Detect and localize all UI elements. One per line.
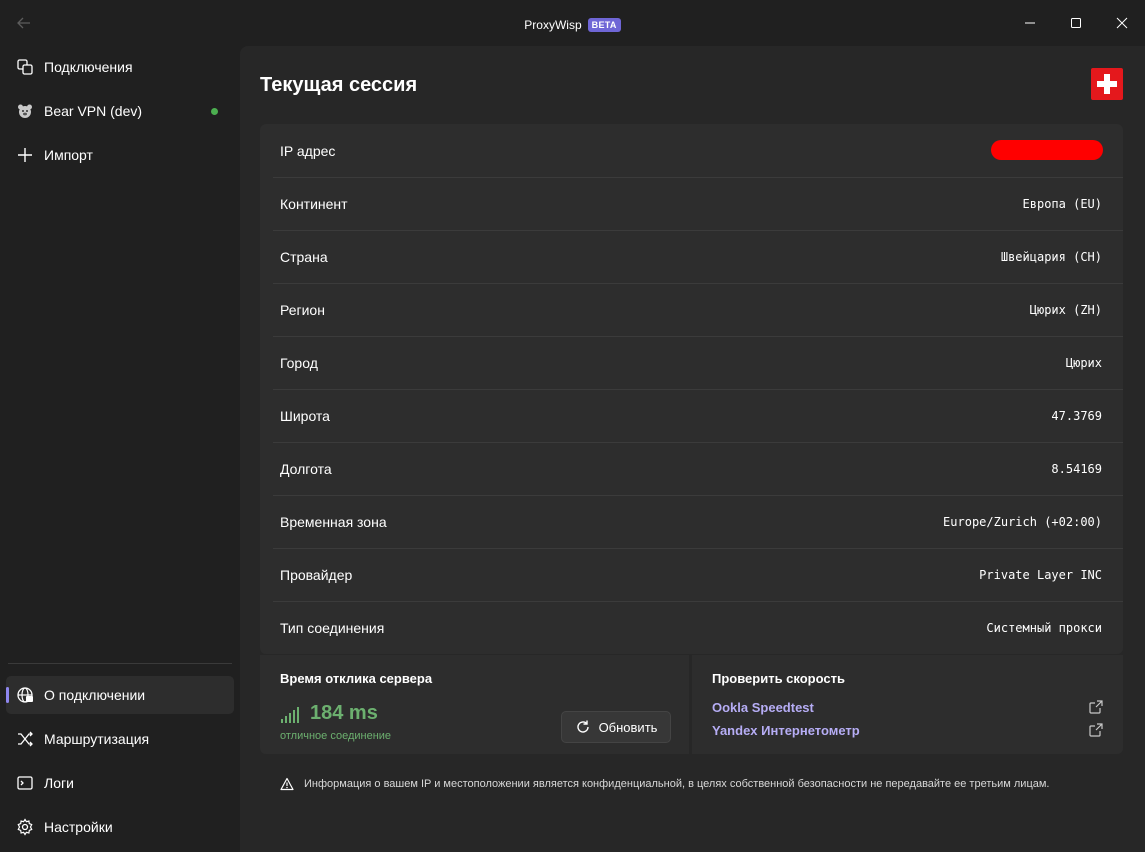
app-name: ProxyWisp	[524, 18, 582, 32]
session-value: Цюрих (ZH)	[1029, 302, 1102, 317]
beta-badge: BETA	[587, 18, 621, 32]
refresh-label: Обновить	[598, 719, 658, 735]
session-row-country: Страна Швейцария (CH)	[260, 230, 1123, 283]
sidebar-item-label: Настройки	[44, 819, 113, 835]
refresh-icon	[576, 720, 589, 733]
external-link-icon[interactable]	[1089, 700, 1103, 714]
session-row-timezone: Временная зона Europe/Zurich (+02:00)	[260, 495, 1123, 548]
session-key: Тип соединения	[280, 619, 385, 636]
session-key: Город	[280, 354, 318, 371]
session-row-city: Город Цюрих	[260, 336, 1123, 389]
sidebar-item-label: Логи	[44, 775, 74, 791]
sidebar-item-about-connection[interactable]: О подключении	[6, 676, 234, 714]
status-dot	[211, 108, 218, 115]
connections-icon	[6, 58, 44, 76]
session-info-card: IP адрес Континент Европа (EU) Страна Шв…	[260, 124, 1123, 654]
warning-icon	[280, 777, 294, 791]
session-value: Европа (EU)	[1022, 196, 1102, 211]
plus-icon	[6, 146, 44, 164]
maximize-button[interactable]	[1053, 0, 1099, 46]
ip-redaction-mark	[991, 140, 1103, 160]
sidebar-item-label: Импорт	[44, 147, 93, 163]
gear-icon	[6, 818, 44, 836]
sidebar-item-label: О подключении	[44, 687, 146, 703]
ping-title: Время отклика сервера	[280, 671, 433, 686]
page-title: Текущая сессия	[260, 74, 418, 96]
session-value: Цюрих	[1065, 355, 1102, 370]
ping-card: Время отклика сервера 184 ms отличное со…	[260, 655, 689, 754]
ping-value-group: 184 ms	[280, 702, 378, 724]
minimize-icon	[1025, 22, 1035, 24]
yandex-internetometer-link[interactable]: Yandex Интернетометр	[712, 723, 860, 738]
session-row-ip: IP адрес	[260, 124, 1123, 177]
ping-quality: отличное соединение	[280, 730, 392, 742]
sidebar-divider	[8, 663, 232, 664]
session-value: 8.54169	[1051, 461, 1102, 476]
sidebar-item-label: Маршрутизация	[44, 731, 150, 747]
external-link-icon[interactable]	[1089, 723, 1103, 737]
sidebar-item-connections[interactable]: Подключения	[6, 48, 234, 86]
session-key: Широта	[280, 407, 330, 424]
session-row-connection-type: Тип соединения Системный прокси	[260, 601, 1123, 654]
session-value: Europe/Zurich (+02:00)	[943, 514, 1102, 529]
bear-icon	[6, 102, 44, 120]
session-row-continent: Континент Европа (EU)	[260, 177, 1123, 230]
session-value: Private Layer INC	[979, 567, 1102, 582]
sidebar-item-label: Bear VPN (dev)	[44, 103, 143, 119]
window-title: ProxyWisp BETA	[0, 18, 1145, 32]
session-key: Временная зона	[280, 513, 387, 530]
swiss-flag-icon	[1091, 68, 1123, 100]
sidebar: Подключения Bear VPN (dev) Импорт О подк…	[0, 46, 240, 852]
sidebar-item-label: Подключения	[44, 59, 133, 75]
session-key: Провайдер	[280, 566, 353, 583]
main-content: Текущая сессия IP адрес Континент Европа…	[240, 46, 1145, 852]
refresh-button[interactable]: Обновить	[561, 711, 671, 743]
sidebar-item-logs[interactable]: Логи	[6, 764, 234, 802]
session-key: IP адрес	[280, 142, 336, 159]
sidebar-item-bear-vpn[interactable]: Bear VPN (dev)	[6, 92, 234, 130]
sidebar-item-import[interactable]: Импорт	[6, 136, 234, 174]
session-value: Швейцария (CH)	[1000, 249, 1102, 264]
shuffle-icon	[6, 730, 44, 748]
speed-test-card: Проверить скорость Ookla Speedtest Yande…	[692, 655, 1123, 754]
privacy-notice: Информация о вашем IP и местоположении я…	[280, 776, 1080, 792]
session-row-region: Регион Цюрих (ZH)	[260, 283, 1123, 336]
session-row-latitude: Широта 47.3769	[260, 389, 1123, 442]
sidebar-item-settings[interactable]: Настройки	[6, 808, 234, 846]
session-key: Долгота	[280, 460, 332, 477]
globe-icon	[6, 686, 44, 704]
log-icon	[6, 774, 44, 792]
speed-title: Проверить скорость	[712, 671, 845, 686]
close-button[interactable]	[1099, 0, 1145, 46]
close-icon	[1116, 17, 1128, 29]
session-key: Регион	[280, 301, 325, 318]
minimize-button[interactable]	[1007, 0, 1053, 46]
notice-text: Информация о вашем IP и местоположении я…	[304, 778, 1050, 790]
signal-bars-icon	[281, 707, 299, 723]
ookla-speedtest-link[interactable]: Ookla Speedtest	[712, 700, 814, 715]
window-controls	[1007, 0, 1145, 46]
maximize-icon	[1071, 18, 1081, 28]
session-row-longitude: Долгота 8.54169	[260, 442, 1123, 495]
title-bar: ProxyWisp BETA	[0, 0, 1145, 46]
ping-value: 184 ms	[310, 702, 378, 724]
session-row-provider: Провайдер Private Layer INC	[260, 548, 1123, 601]
session-value: 47.3769	[1051, 408, 1102, 423]
session-value: Системный прокси	[986, 620, 1102, 635]
session-key: Страна	[280, 248, 328, 265]
sidebar-item-routing[interactable]: Маршрутизация	[6, 720, 234, 758]
session-key: Континент	[280, 195, 348, 212]
